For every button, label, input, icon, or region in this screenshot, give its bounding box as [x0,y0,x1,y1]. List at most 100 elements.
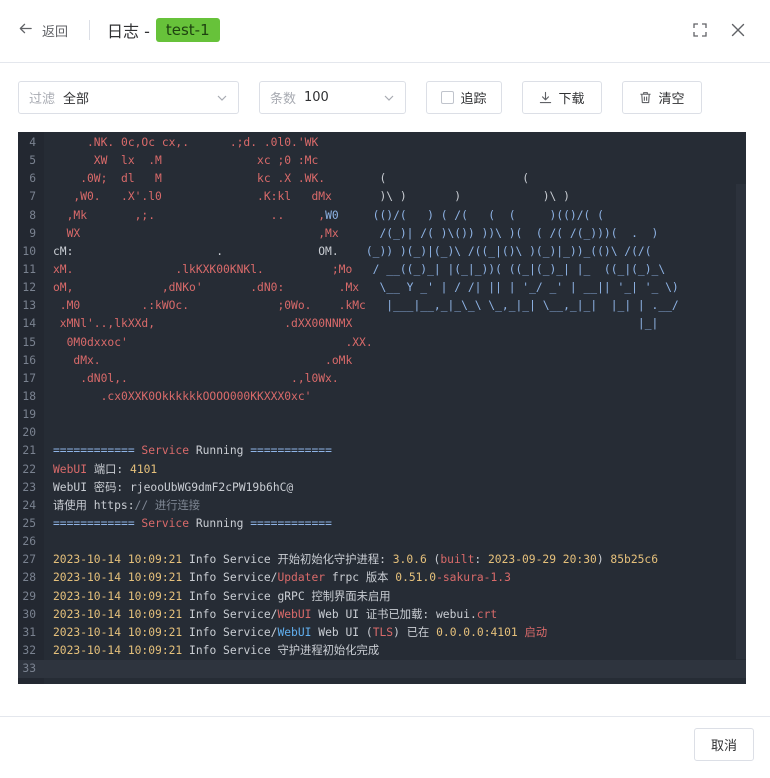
log-text: 0M0dxxoc' .XX. [53,335,373,349]
log-line: 33 [18,660,746,679]
line-number: 23 [22,480,36,494]
log-text: xMNl'..,lkXXd, .dXX00NNMX |_| [53,317,659,331]
dialog-title-group: 日志 - test-1 [107,17,220,43]
log-text: .0W; dl M kc .X .WK. ( ( [53,172,530,186]
log-line: 20 [18,424,746,442]
log-line: 19 [18,406,746,424]
log-line: 27 2023-10-14 10:09:21 Info Service 开始初始化… [18,551,746,569]
log-line: 29 2023-10-14 10:09:21 Info Service gRPC … [18,588,746,606]
log-console[interactable]: 4 .NK. 0c,Oc cx,. .;d. .0l0.'WK 5 XW lx .… [18,132,746,684]
log-text: 2023-10-14 10:09:21 Info Service 开始初始化守护… [53,553,659,567]
header-divider [89,20,90,40]
log-text: ,Mk ,;. .. ,W0 (()/( ) ( /( ( ( )(()/( ( [53,208,604,222]
log-line: 4 .NK. 0c,Oc cx,. .;d. .0l0.'WK [18,134,746,152]
log-line: 28 2023-10-14 10:09:21 Info Service/Updat… [18,569,746,587]
log-line: 22 WebUI 端口: 4101 [18,461,746,479]
line-number: 4 [29,136,36,149]
line-number: 32 [22,643,36,657]
arrow-left-icon [18,21,33,40]
download-button[interactable]: 下载 [522,81,602,114]
log-line: 10 cM: . OM. (_)) )(_)|(_)\ /((_|()\ )(_)… [18,243,746,261]
log-text: 2023-10-14 10:09:21 Info Service/WebUI W… [53,625,548,639]
log-text: .M0 .:kWOc. ;0Wo. .kMc |___|__,_|_\_\ \_… [53,299,679,313]
line-number: 17 [22,371,36,385]
log-line: 25 ============ Service Running =========… [18,515,746,533]
line-number: 29 [22,589,36,603]
back-button[interactable]: 返回 [18,20,68,40]
fullscreen-icon[interactable] [692,22,708,38]
log-line: 11 xM. .lkKXK00KNKl. ;Mo / __((_)_| |(_|_… [18,261,746,279]
line-number: 16 [22,353,36,367]
log-line: 17 .dN0l,. .,l0Wx. [18,370,746,388]
log-text: .cx0XXK0OkkkkkkOOOO000KKXXX0xc' [53,389,312,403]
log-line: 18 .cx0XXK0OkkkkkkOOOO000KKXXX0xc' [18,388,746,406]
track-toggle[interactable]: 追踪 [426,81,502,114]
dialog-title: 日志 - [107,22,150,41]
log-line: 21 ============ Service Running =========… [18,442,746,460]
clear-button[interactable]: 清空 [622,81,702,114]
log-text: ============ Service Running ===========… [53,444,332,458]
log-text: xM. .lkKXK00KNKl. ;Mo / __((_)_| |(_|_))… [53,262,666,276]
log-text: 2023-10-14 10:09:21 Info Service 守护进程初始化… [53,643,380,657]
log-line: 6 .0W; dl M kc .X .WK. ( ( [18,170,746,188]
line-number: 21 [22,444,36,458]
line-number: 10 [22,244,36,258]
line-number: 30 [22,607,36,621]
log-line: 9 WX ,Mx /(_)| /( )\()) ))\ )( ( /( /(_)… [18,225,746,243]
line-number: 26 [22,535,36,549]
log-line: 32 2023-10-14 10:09:21 Info Service 守护进程初… [18,642,746,660]
line-number: 13 [22,299,36,313]
cancel-button[interactable]: 取消 [694,728,754,761]
log-line: 15 0M0dxxoc' .XX. [18,334,746,352]
line-number: 7 [29,190,36,204]
log-text: 2023-10-14 10:09:21 Info Service gRPC 控制… [53,589,391,603]
line-number: 8 [29,208,36,222]
back-label: 返回 [42,24,69,40]
log-line: 30 2023-10-14 10:09:21 Info Service/WebUI… [18,606,746,624]
line-number: 9 [29,226,36,240]
line-number: 15 [22,335,36,349]
line-number: 33 [22,662,36,676]
line-number: 19 [22,408,36,422]
chevron-down-icon [383,92,395,104]
line-number: 14 [22,317,36,331]
track-checkbox[interactable] [441,91,455,104]
line-number: 28 [22,571,36,585]
log-text: XW lx .M xc ;0 :Mc [53,154,319,168]
chevron-down-icon [216,92,228,104]
log-text: .dN0l,. .,l0Wx. [53,371,339,385]
log-text: 2023-10-14 10:09:21 Info Service/Updater… [53,571,511,585]
line-number: 11 [22,262,36,276]
line-number: 27 [22,553,36,567]
log-line: 7 ,W0. .X'.l0 .K:kl dMx )\ ) ) )\ ) [18,188,746,206]
log-text: ,W0. .X'.l0 .K:kl dMx )\ ) ) )\ ) [53,190,570,204]
close-icon[interactable] [730,22,746,38]
line-number: 22 [22,462,36,476]
console-scrollbar[interactable] [736,184,746,659]
log-line: 14 xMNl'..,lkXXd, .dXX00NNMX |_| [18,315,746,333]
log-text: WebUI 端口: 4101 [53,462,158,476]
line-count-value: 100 [304,90,329,105]
log-text: .NK. 0c,Oc cx,. .;d. .0l0.'WK [53,136,319,149]
log-line: 24 请使用 https:// 进行连接 [18,497,746,515]
log-text: dMx. .oMk [53,353,353,367]
log-text: 2023-10-14 10:09:21 Info Service/WebUI W… [53,607,498,621]
download-label: 下载 [558,92,585,107]
line-count-select[interactable]: 条数 100 [259,81,406,114]
filter-select[interactable]: 过滤 全部 [18,81,239,114]
log-line: 31 2023-10-14 10:09:21 Info Service/WebUI… [18,624,746,642]
line-number: 25 [22,516,36,530]
line-number: 5 [29,154,36,168]
log-lines: 4 .NK. 0c,Oc cx,. .;d. .0l0.'WK 5 XW lx .… [18,134,746,679]
line-number: 24 [22,498,36,512]
log-line: 23 WebUI 密码: rjeooUbWG9dmF2cPW19b6hC@ [18,479,746,497]
log-line: 12 oM, ,dNKo' .dN0: .Mx \__ Y _' | / /| |… [18,279,746,297]
log-line: 13 .M0 .:kWOc. ;0Wo. .kMc |___|__,_|_\_\… [18,297,746,315]
log-toolbar: 过滤 全部 条数 100 追踪 下载 清空 [0,81,770,114]
log-line: 5 XW lx .M xc ;0 :Mc [18,152,746,170]
log-text: ============ Service Running ===========… [53,516,332,530]
line-number: 20 [22,426,36,440]
line-number: 12 [22,281,36,295]
filter-label: 过滤 [29,92,56,107]
log-line: 8 ,Mk ,;. .. ,W0 (()/( ) ( /( ( ( )(()/(… [18,207,746,225]
